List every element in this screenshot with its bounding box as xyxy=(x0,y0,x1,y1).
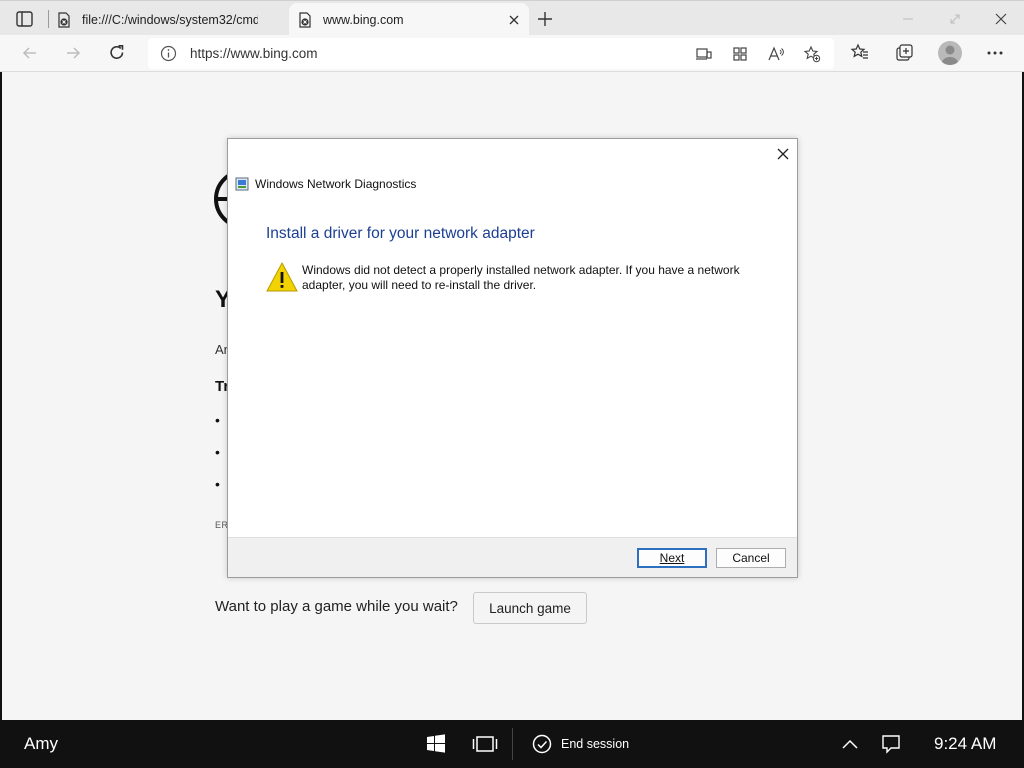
read-aloud-icon[interactable] xyxy=(767,45,785,63)
file-error-icon xyxy=(58,11,70,28)
more-options-icon[interactable] xyxy=(985,43,1005,63)
device-icon[interactable] xyxy=(695,45,713,63)
tab-bing[interactable]: www.bing.com xyxy=(289,3,529,36)
tab-actions-icon[interactable] xyxy=(14,9,36,29)
dialog-heading: Install a driver for your network adapte… xyxy=(266,225,535,242)
refresh-icon[interactable] xyxy=(107,43,127,63)
dialog-footer: Next Cancel xyxy=(228,537,797,577)
collections-icon[interactable] xyxy=(894,43,914,63)
windows-start-icon[interactable] xyxy=(425,733,447,755)
person-icon xyxy=(941,45,959,65)
close-tab-icon[interactable] xyxy=(507,13,521,27)
close-icon[interactable] xyxy=(776,147,790,161)
new-tab-icon[interactable] xyxy=(535,9,555,29)
add-favorite-icon[interactable] xyxy=(803,45,821,63)
browser-toolbar: https://www.bing.com xyxy=(0,35,1024,72)
warning-icon xyxy=(266,261,298,292)
taskbar: Amy End session 9:24 AM xyxy=(0,720,1024,768)
file-error-icon xyxy=(299,11,311,28)
screen: file:///C:/windows/system32/cmd.exe www.… xyxy=(0,0,1024,768)
game-prompt: Want to play a game while you wait? xyxy=(215,598,458,615)
list-bullet: • xyxy=(215,444,220,460)
url-text[interactable]: https://www.bing.com xyxy=(190,46,318,61)
cancel-button[interactable]: Cancel xyxy=(716,548,786,568)
favorites-icon[interactable] xyxy=(850,43,870,63)
launch-game-button[interactable]: Launch game xyxy=(473,592,587,624)
back-icon[interactable] xyxy=(20,43,40,63)
list-bullet: • xyxy=(215,412,220,428)
forward-icon[interactable] xyxy=(63,43,83,63)
maximize-icon[interactable] xyxy=(947,11,963,27)
check-circle-icon[interactable] xyxy=(531,733,553,755)
end-session-button[interactable]: End session xyxy=(561,737,629,751)
tab-label: www.bing.com xyxy=(323,12,404,27)
tab-label: file:///C:/windows/system32/cmd.exe xyxy=(82,12,258,27)
tab-cmd[interactable]: file:///C:/windows/system32/cmd.exe xyxy=(48,3,288,36)
network-diagnostics-dialog: Windows Network Diagnostics Install a dr… xyxy=(227,138,798,578)
next-button[interactable]: Next xyxy=(637,548,707,568)
network-diagnostics-icon xyxy=(235,177,249,191)
address-bar[interactable]: https://www.bing.com xyxy=(148,38,834,69)
tab-bar: file:///C:/windows/system32/cmd.exe www.… xyxy=(0,0,1024,36)
apps-icon[interactable] xyxy=(731,45,749,63)
clock: 9:24 AM xyxy=(934,734,997,753)
profile-avatar[interactable] xyxy=(938,41,962,65)
session-user: Amy xyxy=(24,734,58,753)
notification-icon[interactable] xyxy=(880,733,902,755)
close-window-icon[interactable] xyxy=(993,11,1009,27)
taskbar-divider xyxy=(512,728,513,760)
dialog-app-title: Windows Network Diagnostics xyxy=(255,177,417,191)
list-bullet: • xyxy=(215,476,220,492)
next-button-label: Next xyxy=(659,551,685,565)
task-view-icon[interactable] xyxy=(472,733,498,755)
minimize-icon[interactable] xyxy=(900,11,916,27)
dialog-message: Windows did not detect a properly instal… xyxy=(302,263,740,292)
chevron-up-icon[interactable] xyxy=(839,733,861,755)
info-icon[interactable] xyxy=(160,45,177,62)
